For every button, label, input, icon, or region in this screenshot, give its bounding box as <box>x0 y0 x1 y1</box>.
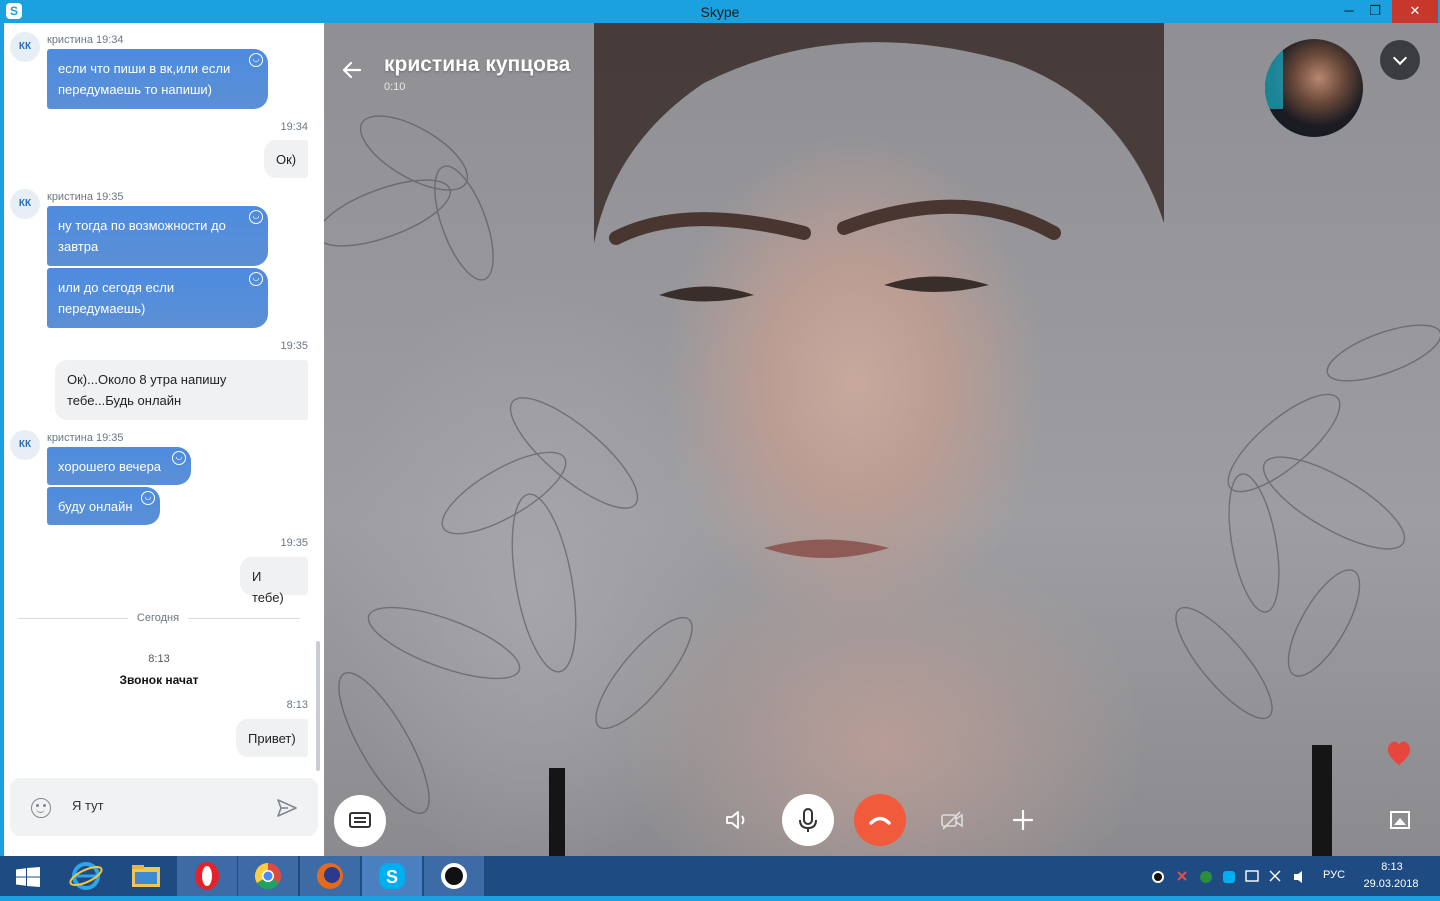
message-time: 19:35 <box>280 537 308 549</box>
recorder-icon[interactable] <box>424 856 484 896</box>
firefox-glyph <box>317 863 343 889</box>
call-timer: 0:10 <box>384 81 406 93</box>
file-explorer-icon[interactable] <box>116 856 176 896</box>
incoming-message[interactable]: или до сегодя если передумаешь) ◡ <box>47 268 268 328</box>
chat-bubble-icon <box>349 812 371 828</box>
reaction-icon[interactable]: ◡ <box>249 210 263 224</box>
incoming-message[interactable]: ну тогда по возможности до завтра ◡ <box>47 206 268 266</box>
message-input[interactable]: Я тут <box>72 798 104 813</box>
message-meta: кристина 19:35 <box>47 191 124 203</box>
day-divider-label: Сегодня <box>128 612 188 624</box>
chat-scrollbar[interactable] <box>316 641 320 771</box>
remote-video: кристина купцова 0:10 <box>324 23 1440 856</box>
skype-glyph: S <box>379 863 405 889</box>
chat-toggle-button[interactable] <box>334 795 386 847</box>
outgoing-message[interactable]: И тебе) <box>240 557 308 605</box>
svg-text:S: S <box>386 867 398 887</box>
reaction-icon[interactable]: ◡ <box>249 272 263 286</box>
reaction-icon[interactable]: ◡ <box>141 491 155 505</box>
contact-avatar[interactable]: КК <box>10 430 40 460</box>
chevron-down-icon[interactable] <box>1380 40 1420 80</box>
back-arrow-icon[interactable] <box>340 58 364 82</box>
send-icon[interactable] <box>276 797 298 819</box>
window-titlebar: S Skype ─ ❐ ✕ <box>0 0 1440 23</box>
message-text: ну тогда по возможности до завтра <box>58 218 226 254</box>
message-composer: Я тут <box>10 778 318 836</box>
outgoing-message[interactable]: Ок) <box>264 140 308 178</box>
window-title: Skype <box>700 4 740 20</box>
outgoing-message[interactable]: Привет) <box>236 719 308 757</box>
call-contact-name: кристина купцова <box>384 53 571 76</box>
record-glyph <box>441 863 467 889</box>
gallery-icon[interactable] <box>1390 811 1410 829</box>
folder-glyph <box>132 865 160 887</box>
skype-icon[interactable]: S <box>362 856 422 896</box>
chrome-icon[interactable] <box>238 856 298 896</box>
reaction-icon[interactable]: ◡ <box>249 53 263 67</box>
call-event-time: 8:13 <box>148 653 170 665</box>
clock-time[interactable]: 8:13 <box>1366 861 1418 873</box>
message-time: 19:34 <box>280 121 308 133</box>
contact-avatar[interactable]: КК <box>10 32 40 62</box>
end-call-button[interactable] <box>854 794 906 846</box>
outgoing-message[interactable]: Ок)...Около 8 утра напишу тебе...Будь он… <box>55 360 308 420</box>
microphone-button[interactable] <box>782 794 834 846</box>
contact-avatar[interactable]: КК <box>10 189 40 219</box>
speaker-icon[interactable] <box>724 809 750 831</box>
system-tray-icons[interactable] <box>1148 856 1318 896</box>
self-view-backdrop <box>1265 49 1283 109</box>
close-button[interactable]: ✕ <box>1392 0 1438 23</box>
internet-explorer-icon[interactable] <box>56 856 116 896</box>
camera-off-icon[interactable] <box>940 809 964 831</box>
heart-icon[interactable] <box>1384 739 1414 767</box>
message-text: хорошего вечера <box>58 459 162 474</box>
message-text: или до сегодя если передумаешь) <box>58 280 175 316</box>
firefox-icon[interactable] <box>300 856 360 896</box>
message-text: если что пиши в вк,или если передумаешь … <box>58 61 231 97</box>
internet-explorer-glyph <box>69 862 103 890</box>
self-view-video[interactable] <box>1265 39 1363 137</box>
windows-taskbar: S РУС 8:13 29.03.2018 <box>0 856 1440 896</box>
video-feed-image <box>324 23 1440 856</box>
maximize-button[interactable]: ❐ <box>1358 0 1392 23</box>
call-event-text: Звонок начат <box>119 673 199 687</box>
chat-panel: КК кристина 19:34 если что пиши в вк,или… <box>4 23 324 856</box>
reaction-icon[interactable]: ◡ <box>172 451 186 465</box>
opera-glyph <box>195 862 219 890</box>
incoming-message[interactable]: если что пиши в вк,или если передумаешь … <box>47 49 268 109</box>
incoming-message[interactable]: хорошего вечера ◡ <box>47 447 191 485</box>
message-time: 8:13 <box>286 699 308 711</box>
windows-start-icon[interactable] <box>16 867 40 887</box>
message-meta: кристина 19:35 <box>47 432 124 444</box>
message-text: буду онлайн <box>58 499 133 514</box>
language-indicator[interactable]: РУС <box>1323 869 1345 881</box>
clock-date[interactable]: 29.03.2018 <box>1360 878 1422 890</box>
chrome-glyph <box>254 862 281 890</box>
message-meta: кристина 19:34 <box>47 34 124 46</box>
opera-icon[interactable] <box>177 856 237 896</box>
message-time: 19:35 <box>280 340 308 352</box>
add-icon[interactable] <box>1012 809 1034 831</box>
microphone-icon <box>799 808 817 832</box>
hang-up-icon <box>869 816 891 825</box>
incoming-message[interactable]: буду онлайн ◡ <box>47 487 160 525</box>
emoji-icon[interactable] <box>31 798 51 818</box>
